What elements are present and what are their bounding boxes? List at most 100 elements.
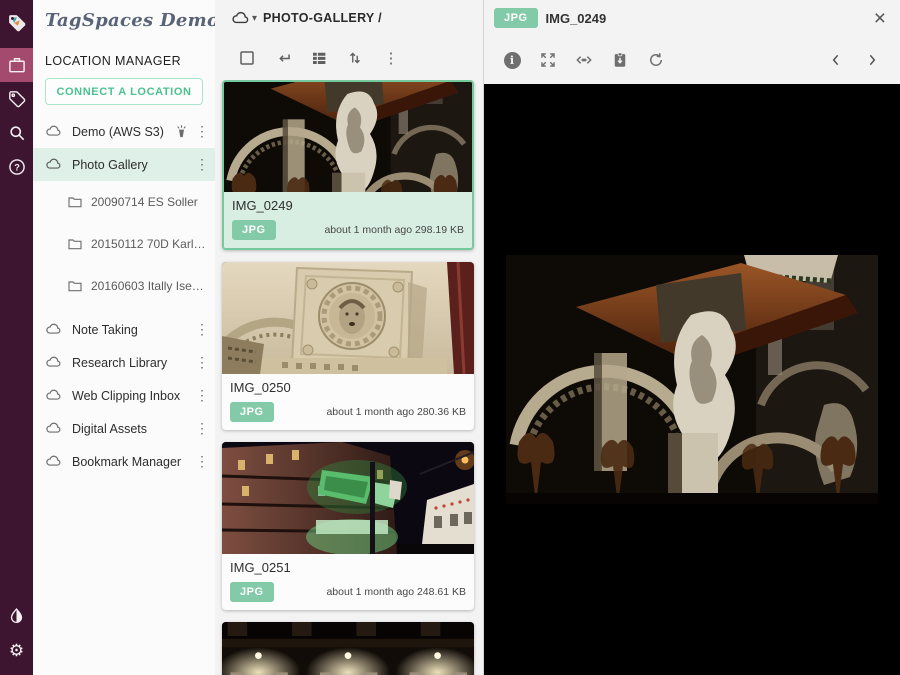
fullscreen-button[interactable] <box>530 44 566 76</box>
cloud-icon <box>45 321 62 338</box>
code-brackets-icon <box>574 50 594 70</box>
connect-location-button[interactable]: CONNECT A LOCATION <box>45 78 203 105</box>
file-type-badge[interactable]: JPG <box>230 402 274 422</box>
thumbnail-img-0250 <box>222 262 474 374</box>
location-menu-dots-icon[interactable]: ⋮ <box>195 420 209 437</box>
folder-icon <box>67 236 83 252</box>
folder-icon <box>67 278 83 294</box>
cloud-icon <box>45 156 62 173</box>
cloud-icon[interactable] <box>231 9 250 28</box>
location-row-digital-assets[interactable]: Digital Assets ⋮ <box>33 412 215 445</box>
file-preview-panel: JPG IMG_0249 × i <box>483 0 900 675</box>
download-clipboard-icon <box>611 51 629 69</box>
breadcrumb[interactable]: PHOTO-GALLERY / <box>263 11 382 25</box>
location-menu-dots-icon[interactable]: ⋮ <box>195 354 209 371</box>
reload-button[interactable] <box>638 44 674 76</box>
settings-gear-button[interactable]: ⚙ <box>0 633 33 667</box>
tagspaces-app-window: ? ⚙ TagSpaces Demo v3.2.6 LOCATION MANAG… <box>0 0 900 675</box>
list-view-icon <box>310 49 328 67</box>
select-all-button[interactable] <box>229 43 265 73</box>
location-menu-dots-icon[interactable]: ⋮ <box>195 387 209 404</box>
checkbox-outline-icon <box>238 49 256 67</box>
location-row-note-taking[interactable]: Note Taking ⋮ <box>33 313 215 346</box>
file-name: IMG_0249 <box>224 192 472 215</box>
app-brand: TagSpaces Demo v3.2.6 <box>33 0 215 46</box>
file-browser-panel: ▾ PHOTO-GALLERY / <box>215 0 483 675</box>
navigate-up-button[interactable] <box>265 43 301 73</box>
theme-contrast-icon[interactable] <box>0 599 33 633</box>
location-menu-dots-icon[interactable]: ⋮ <box>195 123 209 140</box>
file-meta: about 1 month ago 248.61 KB <box>326 586 466 598</box>
location-manager-panel: TagSpaces Demo v3.2.6 LOCATION MANAGER C… <box>33 0 215 675</box>
sort-arrows-icon <box>346 49 364 67</box>
chevron-left-icon <box>828 52 844 68</box>
chevron-right-icon <box>864 52 880 68</box>
cloud-icon <box>45 354 62 371</box>
file-name: IMG_0251 <box>222 554 474 577</box>
info-icon: i <box>504 52 521 69</box>
location-row-demo-aws[interactable]: Demo (AWS S3) ⋮ <box>33 115 215 148</box>
previous-file-button[interactable] <box>818 44 854 76</box>
fullscreen-icon <box>539 51 557 69</box>
folder-row-karlsruhe[interactable]: 20150112 70D Karlsruhe <box>33 223 215 265</box>
thumbnail-img-0249 <box>224 82 472 192</box>
folder-menu-button[interactable]: ⋮ <box>373 43 409 73</box>
return-arrow-icon <box>274 49 293 68</box>
cloud-icon <box>45 453 62 470</box>
file-grid-scroll-area[interactable]: IMG_0249 JPG about 1 month ago 298.19 KB… <box>215 80 483 675</box>
next-file-button[interactable] <box>854 44 890 76</box>
file-card-img-0249[interactable]: IMG_0249 JPG about 1 month ago 298.19 KB <box>222 80 474 250</box>
app-logo-text: TagSpaces Demo <box>45 10 215 31</box>
file-meta: about 1 month ago 298.19 KB <box>324 224 464 236</box>
image-viewer-area[interactable] <box>484 84 900 675</box>
breadcrumb-bar: ▾ PHOTO-GALLERY / <box>215 0 483 36</box>
tagspaces-logo-icon[interactable] <box>0 6 33 40</box>
file-name: IMG_0250 <box>222 374 474 397</box>
location-menu-dots-icon[interactable]: ⋮ <box>195 453 209 470</box>
location-menu-dots-icon[interactable]: ⋮ <box>195 321 209 338</box>
cloud-icon <box>45 420 62 437</box>
folder-row-es-soller[interactable]: 20090714 ES Soller <box>33 181 215 223</box>
location-menu-dots-icon[interactable]: ⋮ <box>195 156 209 173</box>
file-type-badge[interactable]: JPG <box>230 582 274 602</box>
preview-file-type-badge[interactable]: JPG <box>494 8 538 28</box>
location-row-photo-gallery[interactable]: Photo Gallery ⋮ <box>33 148 215 181</box>
refresh-icon <box>647 51 665 69</box>
cloud-icon <box>45 387 62 404</box>
location-row-bookmark-manager[interactable]: Bookmark Manager ⋮ <box>33 445 215 478</box>
file-type-badge[interactable]: JPG <box>232 220 276 240</box>
folder-row-iseo[interactable]: 20160603 Itally Iseo Chri... <box>33 265 215 307</box>
sort-button[interactable] <box>337 43 373 73</box>
close-icon[interactable]: × <box>870 8 890 29</box>
search-nav-button[interactable] <box>0 116 33 150</box>
tag-library-nav-button[interactable] <box>0 82 33 116</box>
preview-file-title: IMG_0249 <box>546 11 870 26</box>
download-file-button[interactable] <box>602 44 638 76</box>
file-card-img-0250[interactable]: IMG_0250 JPG about 1 month ago 280.36 KB <box>222 262 474 430</box>
location-row-web-clipping[interactable]: Web Clipping Inbox ⋮ <box>33 379 215 412</box>
more-dots-icon: ⋮ <box>384 49 399 67</box>
open-html-button[interactable] <box>566 44 602 76</box>
chevron-down-icon[interactable]: ▾ <box>252 13 257 24</box>
file-card-partial[interactable] <box>222 622 474 675</box>
default-location-torch-icon <box>174 124 189 139</box>
file-browser-toolbar: ⋮ <box>215 36 483 80</box>
folder-icon <box>67 194 83 210</box>
thumbnail-partial-night-building <box>222 622 474 675</box>
file-properties-button[interactable]: i <box>494 44 530 76</box>
view-mode-button[interactable] <box>301 43 337 73</box>
help-nav-button[interactable]: ? <box>0 150 33 184</box>
preview-toolbar: i <box>484 36 900 84</box>
gear-icon: ⚙ <box>9 642 24 659</box>
svg-text:?: ? <box>14 163 20 173</box>
vertical-nav-sidebar: ? ⚙ <box>0 0 33 675</box>
location-row-research-library[interactable]: Research Library ⋮ <box>33 346 215 379</box>
thumbnail-img-0251 <box>222 442 474 554</box>
preview-photo-img-0249 <box>506 255 878 504</box>
preview-header: JPG IMG_0249 × <box>484 0 900 36</box>
file-card-img-0251[interactable]: IMG_0251 JPG about 1 month ago 248.61 KB <box>222 442 474 610</box>
location-manager-title: LOCATION MANAGER <box>33 46 215 74</box>
open-location-nav-button[interactable] <box>0 48 33 82</box>
file-meta: about 1 month ago 280.36 KB <box>326 406 466 418</box>
cloud-icon <box>45 123 62 140</box>
